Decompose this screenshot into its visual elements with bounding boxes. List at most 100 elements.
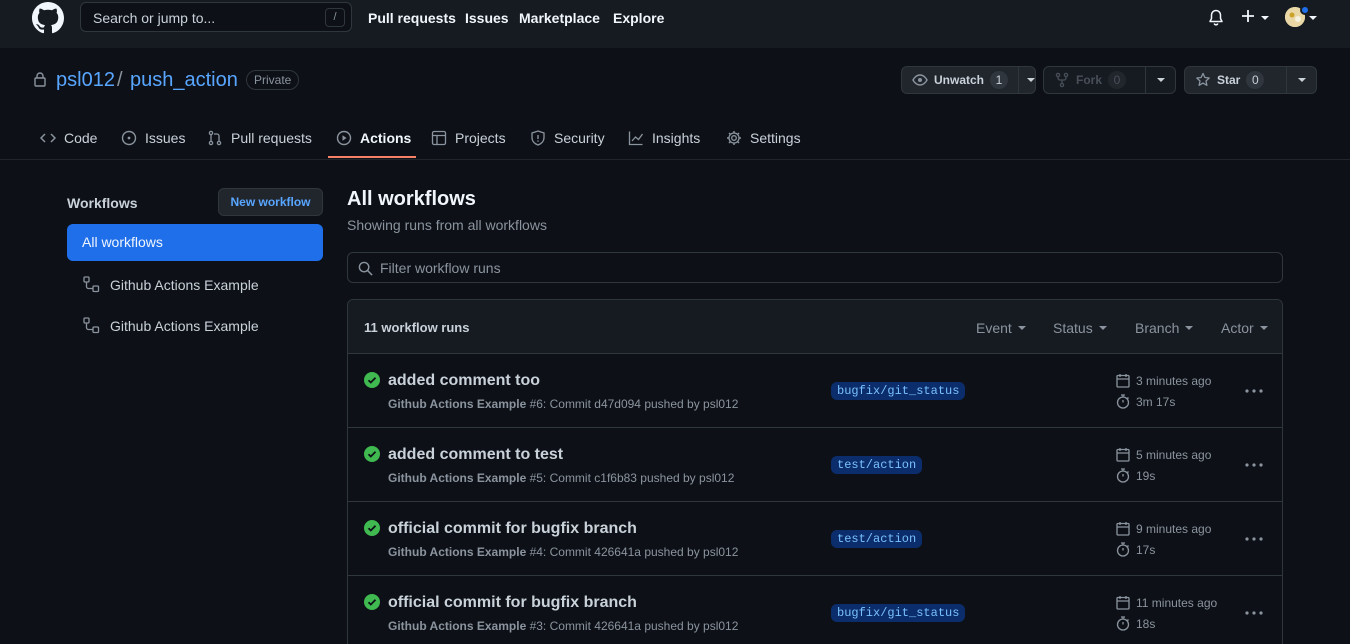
branch-label[interactable]: test/action	[831, 530, 923, 548]
gear-icon	[726, 130, 742, 146]
filter-event-dropdown[interactable]: Event	[976, 320, 1026, 336]
tab-label: Issues	[145, 130, 186, 146]
run-title[interactable]: official commit for bugfix branch	[388, 594, 637, 612]
run-commit-info: #3: Commit 426641a pushed by psl012	[526, 619, 739, 633]
run-title[interactable]: added comment to test	[388, 446, 563, 464]
tab-actions[interactable]: Actions	[336, 128, 411, 148]
chevron-down-icon	[1259, 326, 1268, 330]
unwatch-button[interactable]: Unwatch 1	[902, 67, 1018, 93]
run-timestamp: 9 minutes ago	[1116, 521, 1211, 536]
branch-label[interactable]: test/action	[831, 456, 923, 474]
tab-issues[interactable]: Issues	[121, 128, 185, 148]
filter-runs-input[interactable]: Filter workflow runs	[347, 252, 1283, 283]
code-icon	[40, 130, 56, 146]
window-scrollbar[interactable]	[1350, 0, 1358, 644]
workflows-heading: Workflows	[67, 195, 138, 211]
tab-insights[interactable]: Insights	[628, 128, 700, 148]
tab-label: Insights	[652, 130, 701, 146]
nav-pull-requests[interactable]: Pull requests	[368, 10, 456, 26]
run-duration-value: 17s	[1136, 542, 1156, 557]
kebab-menu-icon[interactable]	[1245, 389, 1263, 393]
success-check-icon	[364, 372, 380, 388]
filter-actor-dropdown[interactable]: Actor	[1221, 320, 1268, 336]
filter-label: Event	[976, 320, 1012, 336]
workflow-run-row[interactable]: official commit for bugfix branch Github…	[348, 576, 1282, 644]
notifications-bell-icon[interactable]	[1208, 9, 1224, 27]
star-button[interactable]: Star 0	[1185, 67, 1274, 93]
fork-button-group: Fork 0	[1043, 66, 1176, 94]
tab-projects[interactable]: Projects	[431, 128, 506, 148]
sidebar-item-label: Github Actions Example	[110, 317, 259, 334]
runs-list-header: 11 workflow runs Event Status Branch Act…	[348, 300, 1282, 354]
fork-button[interactable]: Fork 0	[1044, 67, 1136, 93]
page-subtitle: Showing runs from all workflows	[347, 217, 547, 233]
star-dropdown[interactable]	[1286, 67, 1316, 93]
sidebar-item-workflow[interactable]: Github Actions Example	[67, 266, 323, 303]
branch-label[interactable]: bugfix/git_status	[831, 604, 966, 622]
eye-icon	[912, 72, 928, 88]
nav-explore[interactable]: Explore	[613, 10, 664, 26]
kebab-menu-icon[interactable]	[1245, 611, 1263, 615]
create-new-plus-icon[interactable]	[1241, 9, 1255, 23]
sidebar-item-all-workflows[interactable]: All workflows	[67, 224, 323, 261]
star-label: Star	[1217, 73, 1241, 87]
chevron-down-icon	[1298, 78, 1306, 82]
runs-count: 11 workflow runs	[364, 320, 470, 335]
run-timestamp: 11 minutes ago	[1116, 595, 1217, 610]
star-count: 0	[1246, 71, 1265, 89]
new-workflow-button[interactable]: New workflow	[218, 188, 323, 216]
tab-pull-requests[interactable]: Pull requests	[207, 128, 312, 148]
pull-request-icon	[207, 130, 223, 146]
unwatch-dropdown[interactable]	[1018, 67, 1036, 93]
tab-code[interactable]: Code	[40, 128, 97, 148]
run-commit-info: #4: Commit 426641a pushed by psl012	[526, 545, 739, 559]
tab-settings[interactable]: Settings	[726, 128, 801, 148]
run-workflow-name: Github Actions Example	[388, 619, 527, 633]
kebab-menu-icon[interactable]	[1245, 463, 1263, 467]
github-logo-icon[interactable]	[32, 2, 64, 34]
workflow-run-row[interactable]: added comment too Github Actions Example…	[348, 354, 1282, 428]
nav-issues[interactable]: Issues	[465, 10, 509, 26]
tab-label: Settings	[750, 130, 801, 146]
run-title[interactable]: official commit for bugfix branch	[388, 520, 637, 538]
workflow-icon	[83, 276, 100, 293]
filter-label: Status	[1053, 320, 1093, 336]
filter-placeholder: Filter workflow runs	[380, 260, 501, 276]
play-icon	[336, 130, 352, 146]
tab-label: Code	[64, 130, 98, 146]
tab-security[interactable]: Security	[530, 128, 605, 148]
chevron-down-icon	[1027, 78, 1036, 82]
success-check-icon	[364, 446, 380, 462]
repo-owner-link[interactable]: psl012	[56, 69, 115, 92]
run-meta: Github Actions Example #6: Commit d47d09…	[388, 397, 738, 411]
repo-name-link[interactable]: push_action	[130, 69, 238, 92]
tab-label: Projects	[455, 130, 506, 146]
filter-branch-dropdown[interactable]: Branch	[1135, 320, 1194, 336]
sidebar-item-workflow[interactable]: Github Actions Example	[67, 307, 323, 344]
create-new-caret-icon[interactable]	[1261, 16, 1269, 20]
run-meta: Github Actions Example #3: Commit 426641…	[388, 619, 738, 633]
issue-icon	[121, 130, 137, 146]
workflow-run-row[interactable]: added comment to test Github Actions Exa…	[348, 428, 1282, 502]
user-menu-caret-icon[interactable]	[1309, 16, 1317, 20]
filter-label: Branch	[1135, 320, 1180, 336]
global-search-input[interactable]: Search or jump to... /	[80, 2, 352, 32]
fork-label: Fork	[1076, 73, 1103, 87]
run-workflow-name: Github Actions Example	[388, 397, 527, 411]
run-duration-value: 18s	[1136, 616, 1156, 631]
search-icon	[358, 261, 373, 276]
tab-label: Pull requests	[231, 130, 312, 146]
fork-icon	[1054, 72, 1070, 88]
run-title[interactable]: added comment too	[388, 372, 540, 390]
nav-marketplace[interactable]: Marketplace	[519, 10, 600, 26]
filter-status-dropdown[interactable]: Status	[1053, 320, 1107, 336]
run-commit-info: #6: Commit d47d094 pushed by psl012	[526, 397, 739, 411]
workflow-run-row[interactable]: official commit for bugfix branch Github…	[348, 502, 1282, 576]
filter-label: Actor	[1221, 320, 1254, 336]
branch-label[interactable]: bugfix/git_status	[831, 382, 966, 400]
sidebar-item-label: Github Actions Example	[110, 276, 259, 293]
fork-dropdown[interactable]	[1145, 67, 1175, 93]
kebab-menu-icon[interactable]	[1245, 537, 1263, 541]
stopwatch-icon	[1116, 394, 1130, 409]
stopwatch-icon	[1116, 542, 1130, 557]
